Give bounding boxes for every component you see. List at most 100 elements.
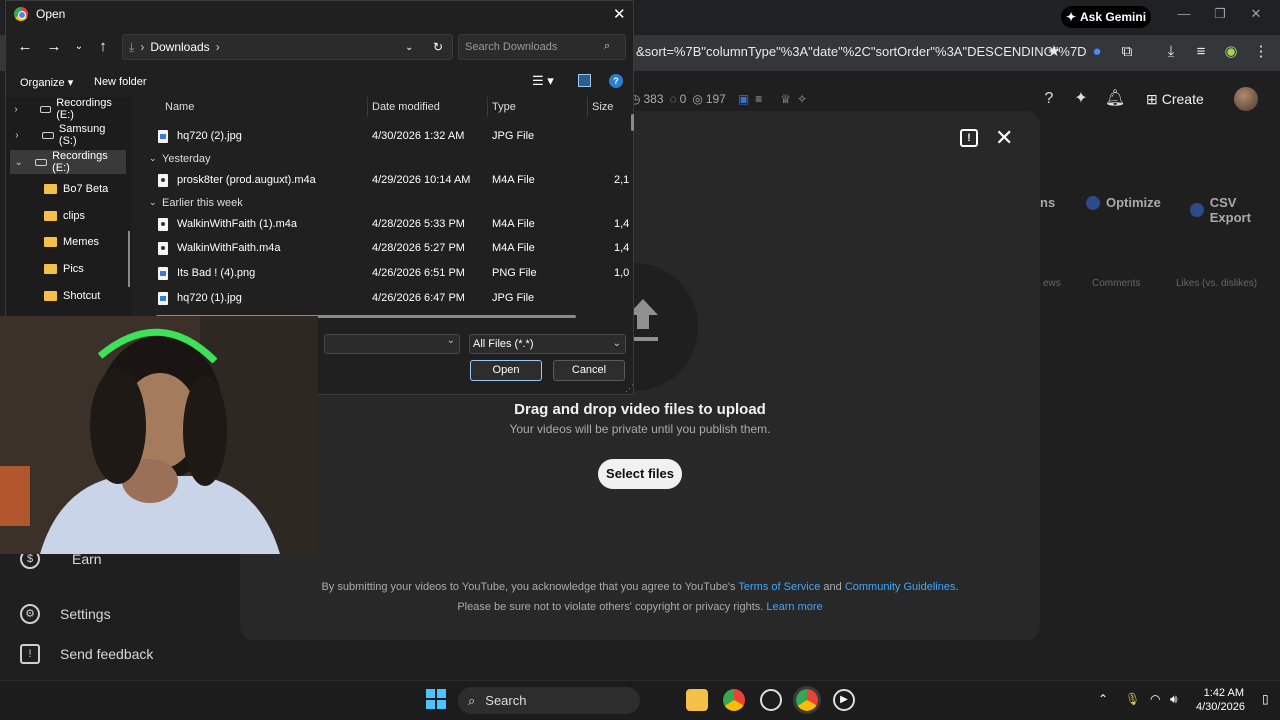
back-button[interactable]: ←	[16, 38, 34, 55]
nav-item-memes[interactable]: Memes	[6, 230, 126, 254]
column-size[interactable]: Size	[592, 101, 613, 113]
taskbar-search[interactable]: ⌕ Search	[458, 687, 640, 714]
community-guidelines-link[interactable]: Community Guidelines	[845, 581, 956, 593]
column-date-modified[interactable]: Date modified	[372, 101, 440, 113]
group-header-yesterday[interactable]: ⌄ Yesterday	[139, 149, 629, 169]
address-dropdown-icon[interactable]: ⌄	[405, 42, 413, 53]
notifications-bell-icon[interactable]: 🔔︎	[1104, 88, 1126, 110]
address-breadcrumb[interactable]: ⤓ › Downloads › ⌄ ↻	[122, 34, 453, 60]
extension-icon[interactable]: ●	[1086, 41, 1108, 63]
chrome-icon[interactable]	[723, 689, 745, 711]
close-icon[interactable]: ✕	[995, 125, 1013, 151]
dialog-close-button[interactable]: ✕	[613, 5, 626, 23]
recent-locations-button[interactable]: ⌄	[70, 41, 88, 52]
file-type-select[interactable]: All Files (*.*) ⌄	[469, 334, 626, 354]
feedback-icon[interactable]: !	[960, 129, 978, 147]
up-button[interactable]: ↑	[94, 38, 112, 55]
file-explorer-icon[interactable]	[686, 689, 708, 711]
sparkle-plus-icon[interactable]: ✧	[797, 92, 807, 106]
file-row[interactable]: hq720 (2).jpg 4/30/2026 1:32 AM JPG File	[139, 125, 629, 149]
media-control-icon[interactable]: ≡	[1190, 41, 1212, 63]
nav-item-recordings-selected[interactable]: ⌄ Recordings (E:)	[10, 150, 126, 174]
help-icon[interactable]: ?	[1038, 88, 1060, 110]
windows-start-icon[interactable]	[426, 689, 446, 709]
restore-button[interactable]: ❐	[1208, 6, 1232, 22]
cancel-button[interactable]: Cancel	[553, 360, 625, 381]
file-row[interactable]: prosk8ter (prod.auguxt).m4a 4/29/2026 10…	[139, 169, 629, 193]
open-button[interactable]: Open	[470, 360, 542, 381]
search-icon: ⌕	[604, 40, 611, 52]
terms-of-service-link[interactable]: Terms of Service	[738, 581, 820, 593]
chevron-right-icon[interactable]: ›	[6, 130, 28, 141]
trophy-icon[interactable]: ♕	[780, 92, 791, 106]
vidiq-icon	[1190, 203, 1204, 217]
nav-item-bo7-beta[interactable]: Bo7 Beta	[6, 177, 126, 201]
profile-icon[interactable]: ◉	[1220, 41, 1242, 63]
chevron-down-icon[interactable]: ⌄	[10, 157, 27, 168]
chrome-icon	[14, 7, 28, 21]
file-row[interactable]: WalkinWithFaith.m4a 4/28/2026 5:27 PM M4…	[139, 237, 629, 261]
file-name-input[interactable]: ⌄	[324, 334, 460, 354]
nav-item-shotcut[interactable]: Shotcut	[6, 284, 126, 308]
image-file-icon	[158, 292, 168, 305]
webcam-overlay	[0, 316, 318, 554]
file-row[interactable]: hq720 (1).jpg 4/26/2026 6:47 PM JPG File	[139, 287, 629, 311]
tab-partial[interactable]: ns	[1040, 195, 1055, 210]
new-folder-button[interactable]: New folder	[94, 76, 147, 88]
organize-menu[interactable]: Organize ▾	[20, 76, 73, 89]
download-icon[interactable]: ⤓	[1160, 41, 1182, 63]
gemini-star-icon: ✦	[1065, 10, 1077, 24]
volume-icon[interactable]: 🔊︎	[1170, 692, 1178, 707]
help-icon[interactable]: ?	[609, 74, 623, 88]
sidebar-item-send-feedback[interactable]: ! Send feedback	[20, 644, 153, 664]
tray-overflow-icon[interactable]: ⌃	[1098, 692, 1108, 706]
select-files-button[interactable]: Select files	[598, 459, 682, 489]
resize-grip-icon[interactable]: ⋰	[625, 383, 634, 394]
audio-file-icon	[158, 174, 168, 187]
nav-item-recordings[interactable]: › Recordings (E:)	[6, 97, 126, 121]
create-button[interactable]: ⊞ Create	[1146, 88, 1218, 110]
avatar[interactable]	[1234, 87, 1258, 111]
learn-more-link[interactable]: Learn more	[766, 601, 822, 613]
nav-item-pics[interactable]: Pics	[6, 257, 126, 281]
view-options-icon[interactable]: ☰ ▾	[532, 73, 554, 89]
media-player-icon[interactable]: ▶	[833, 689, 855, 711]
list-icon[interactable]: ≡	[755, 92, 762, 106]
nav-scrollbar[interactable]	[128, 231, 130, 287]
bookmark-star-icon[interactable]: ★	[1043, 41, 1065, 63]
extensions-puzzle-icon[interactable]: ⧉	[1116, 41, 1138, 63]
tab-csv-export[interactable]: CSV Export	[1190, 195, 1280, 225]
obs-icon[interactable]	[760, 689, 782, 711]
chevron-down-icon: ⌄	[149, 153, 157, 163]
chevron-down-icon[interactable]: ⌄	[447, 335, 455, 346]
chrome-menu-icon[interactable]: ⋮	[1250, 41, 1272, 63]
address-bar-url[interactable]: &sort=%7B"columnType"%3A"date"%2C"sortOr…	[636, 44, 1087, 59]
column-type[interactable]: Type	[492, 101, 516, 113]
file-row[interactable]: WalkinWithFaith (1).m4a 4/28/2026 5:33 P…	[139, 213, 629, 237]
search-input[interactable]: Search Downloads	[458, 34, 626, 60]
preview-pane-icon[interactable]	[578, 74, 591, 87]
refresh-icon[interactable]: ↻	[433, 40, 443, 54]
microphone-icon[interactable]: 🎙︎	[1125, 692, 1140, 706]
wifi-icon[interactable]: ◠	[1150, 692, 1160, 706]
breadcrumb-downloads[interactable]: Downloads	[150, 40, 209, 54]
notification-icon[interactable]: ▯	[1262, 692, 1269, 706]
terms-text: By submitting your videos to YouTube, yo…	[321, 581, 959, 593]
sidebar-item-settings[interactable]: ⚙ Settings	[20, 604, 111, 624]
group-header-earlier-this-week[interactable]: ⌄ Earlier this week	[139, 193, 629, 213]
taskbar-clock[interactable]: 1:42 AM 4/30/2026	[1196, 686, 1245, 714]
nav-item-clips[interactable]: clips	[6, 204, 126, 228]
vertical-scrollbar[interactable]	[631, 114, 634, 131]
ask-gemini-button[interactable]: ✦ Ask Gemini	[1061, 6, 1151, 28]
chrome-active-icon[interactable]	[793, 686, 821, 714]
nav-item-samsung[interactable]: › Samsung (S:)	[6, 123, 126, 147]
forward-button[interactable]: →	[45, 38, 63, 55]
chevron-right-icon[interactable]: ›	[6, 104, 26, 115]
tab-optimize[interactable]: Optimize	[1086, 195, 1161, 210]
column-name[interactable]: Name	[165, 101, 194, 113]
vidiq-icon[interactable]: ▣	[738, 92, 749, 106]
window-close-button[interactable]: ✕	[1244, 6, 1268, 22]
file-row[interactable]: Its Bad ! (4).png 4/26/2026 6:51 PM PNG …	[139, 262, 629, 286]
minimize-button[interactable]: —	[1172, 6, 1196, 21]
sparkle-icon[interactable]: ✦	[1070, 88, 1092, 110]
